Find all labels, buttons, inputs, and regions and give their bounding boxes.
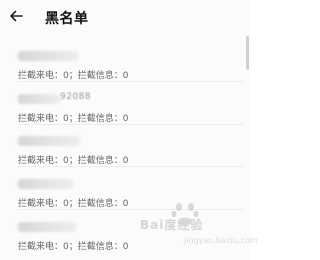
blurred-phone-number	[18, 94, 60, 104]
intercept-info: 拦截来电：0；拦截信息：0	[18, 156, 129, 166]
divider	[18, 81, 244, 82]
blacklist-item[interactable]: 拦截来电：0；拦截信息：0	[0, 125, 244, 167]
blurred-phone-number	[18, 136, 80, 146]
phone-number-tail: 92088	[60, 92, 92, 102]
blurred-phone-number	[18, 179, 73, 189]
blacklist-screen: 黑名单 拦截来电：0；拦截信息：0 92088 拦截来电：0；拦截信息：0 拦截…	[0, 0, 258, 260]
baidu-jingyan-watermark: Bai度经验 jingyan.baidu.com	[118, 196, 258, 258]
watermark-brand: Bai度经验	[140, 218, 204, 232]
arrow-left-icon	[10, 10, 23, 22]
blurred-phone-number	[18, 222, 76, 232]
blurred-phone-number	[18, 51, 78, 61]
scrollbar[interactable]	[246, 36, 249, 70]
back-button[interactable]	[6, 6, 26, 26]
page-title: 黑名单	[45, 11, 89, 27]
intercept-info: 拦截来电：0；拦截信息：0	[18, 242, 129, 252]
watermark-url: jingyan.baidu.com	[184, 236, 258, 245]
blacklist-item[interactable]: 92088 拦截来电：0；拦截信息：0	[0, 83, 244, 125]
intercept-info: 拦截来电：0；拦截信息：0	[18, 71, 129, 81]
divider	[18, 166, 244, 167]
app-bar: 黑名单	[0, 0, 251, 34]
blacklist-item[interactable]: 拦截来电：0；拦截信息：0	[0, 40, 244, 82]
intercept-info: 拦截来电：0；拦截信息：0	[18, 114, 129, 124]
intercept-info: 拦截来电：0；拦截信息：0	[18, 199, 129, 209]
